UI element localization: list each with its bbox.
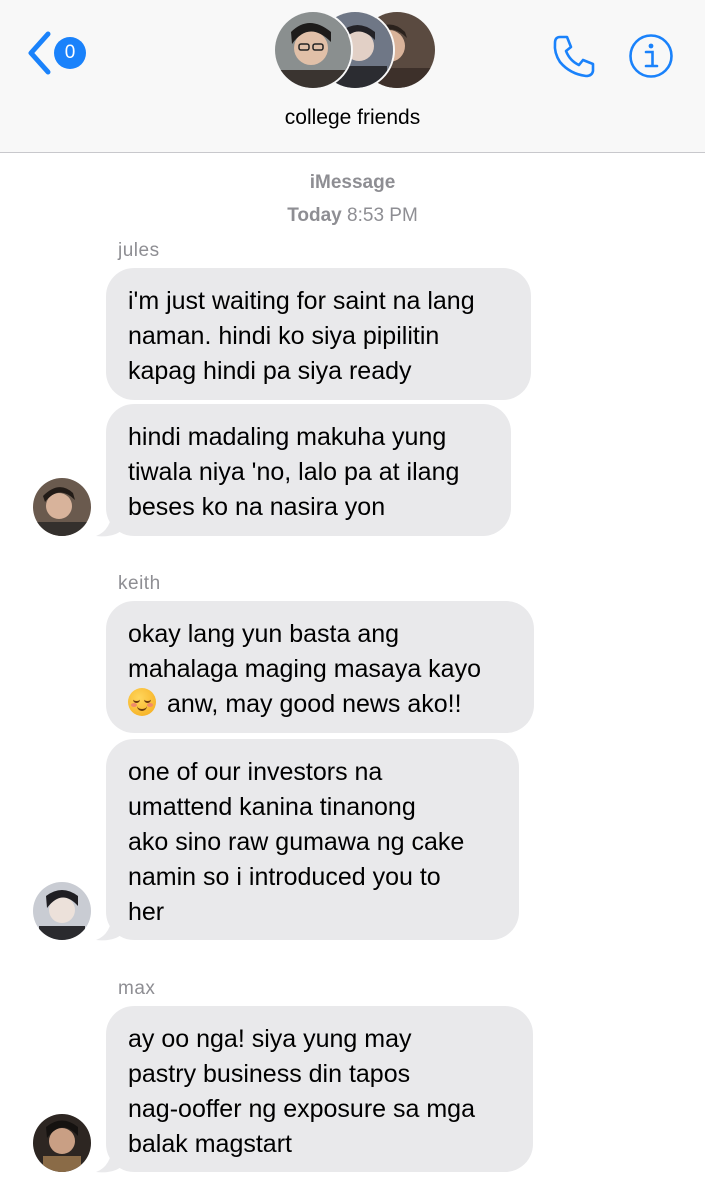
message-line: her xyxy=(128,898,165,926)
message-line: beses ko na nasira yon xyxy=(128,493,386,521)
message-line: umattend kanina tinanong xyxy=(128,793,416,821)
message-line: mahalaga maging masaya kayo xyxy=(128,655,481,683)
message-line: tiwala niya 'no, lalo pa at ilang xyxy=(128,458,460,486)
back-button[interactable]: 0 xyxy=(26,30,86,76)
message-bubble[interactable]: okay lang yun basta ang mahalaga maging … xyxy=(106,601,534,733)
chevron-left-icon xyxy=(28,31,51,75)
phone-icon[interactable] xyxy=(550,32,598,80)
sender-avatar[interactable] xyxy=(33,882,91,940)
group-name[interactable]: college friends xyxy=(0,106,705,130)
conversation-header: 0 college friends xyxy=(0,0,705,153)
bubble-tail xyxy=(96,1144,124,1173)
bubble-tail xyxy=(96,912,124,941)
sender-name: jules xyxy=(118,240,160,261)
message-line: one of our investors na xyxy=(128,758,383,786)
message-line: kapag hindi pa siya ready xyxy=(128,357,412,385)
message-line: i'm just waiting for saint na lang xyxy=(128,287,475,315)
service-label: iMessage xyxy=(309,172,396,193)
message-line: naman. hindi ko siya pipilitin xyxy=(128,322,440,350)
message-line: anw, may good news ako!! xyxy=(166,690,462,718)
thread-timestamp: Today 8:53 PM xyxy=(0,205,705,227)
message-line: okay lang yun basta ang xyxy=(128,620,400,648)
message-line-with-emoji: anw, may good news ako!! xyxy=(128,687,512,722)
sender-avatar[interactable] xyxy=(33,1114,91,1172)
sender-avatar[interactable] xyxy=(33,478,91,536)
message-line: namin so i introduced you to xyxy=(128,863,441,891)
bubble-tail xyxy=(96,508,124,537)
smiling-face-with-blush-icon xyxy=(128,688,156,716)
group-avatar-stack[interactable] xyxy=(273,10,437,90)
message-line: ay oo nga! siya yung may xyxy=(128,1025,412,1053)
timestamp-time: 8:53 PM xyxy=(347,205,418,226)
unread-count-badge: 0 xyxy=(54,37,86,69)
message-line: ako sino raw gumawa ng cake xyxy=(128,828,465,856)
timestamp-day: Today xyxy=(287,205,342,226)
sender-name: max xyxy=(118,978,156,999)
message-line: pastry business din tapos xyxy=(128,1060,411,1088)
message-bubble[interactable]: ay oo nga! siya yung may pastry business… xyxy=(106,1006,533,1172)
sender-name: keith xyxy=(118,573,161,594)
member-avatar xyxy=(273,10,353,90)
message-line: nag-ooffer ng exposure sa mga xyxy=(128,1095,475,1123)
message-line: balak magstart xyxy=(128,1130,292,1158)
message-bubble[interactable]: i'm just waiting for saint na lang naman… xyxy=(106,268,531,400)
message-bubble[interactable]: hindi madaling makuha yung tiwala niya '… xyxy=(106,404,511,536)
message-line: hindi madaling makuha yung xyxy=(128,423,447,451)
info-icon[interactable] xyxy=(628,33,674,79)
message-bubble[interactable]: one of our investors na umattend kanina … xyxy=(106,739,519,940)
